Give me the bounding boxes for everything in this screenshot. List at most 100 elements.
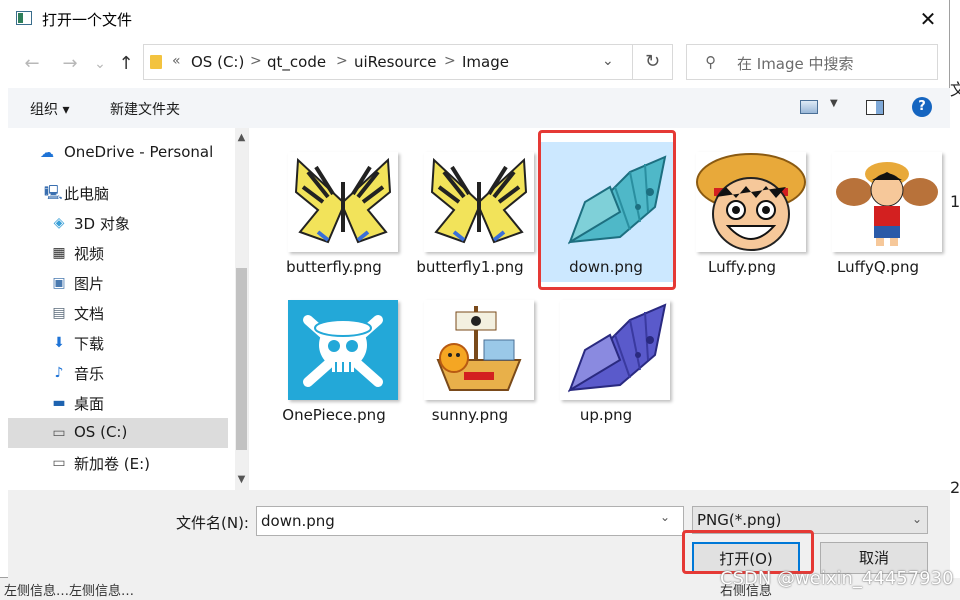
sidebar-item-documents[interactable]: ▤ 文档 — [8, 298, 228, 328]
up-folder-icon[interactable]: ↑ — [114, 52, 138, 76]
navigation-pane: ☁ OneDrive - Personal 🖳 此电脑 ◈ 3D 对象 ▦ 视频… — [8, 128, 248, 490]
documents-icon: ▤ — [52, 305, 66, 321]
file-name: LuffyQ.png — [837, 258, 919, 276]
butterfly-thumbnail-icon — [560, 300, 670, 400]
sidebar-item-label: 3D 对象 — [74, 215, 130, 233]
file-name: up.png — [579, 406, 633, 424]
breadcrumb-uiresource[interactable]: uiResource — [354, 53, 436, 71]
background-char: 1 — [950, 192, 960, 211]
jolly-roger-thumbnail-icon — [288, 300, 398, 400]
file-name: OnePiece.png — [282, 406, 386, 424]
drive-e-icon: ▭ — [52, 455, 66, 471]
sidebar-item-this-pc[interactable]: 🖳 此电脑 — [8, 178, 228, 208]
breadcrumb-separator-icon[interactable]: > — [444, 53, 456, 69]
sidebar-item-label: 文档 — [74, 305, 105, 323]
onedrive-icon: ☁ — [40, 145, 54, 161]
3d-objects-icon: ◈ — [53, 215, 65, 231]
change-view-icon[interactable] — [800, 100, 818, 114]
open-file-dialog: 打开一个文件 ✕ ← → ⌄ ↑ « OS (C:) > qt_code > u… — [0, 0, 950, 578]
filetype-dropdown-icon[interactable]: ⌄ — [912, 512, 922, 526]
luffyq-thumbnail-icon — [832, 152, 942, 252]
file-item-butterfly1[interactable]: butterfly1.png — [403, 142, 537, 282]
back-arrow-icon[interactable]: ← — [20, 52, 44, 76]
filename-dropdown-icon[interactable]: ⌄ — [660, 510, 670, 524]
sidebar-item-label: OS (C:) — [74, 423, 128, 441]
view-options-caret-icon[interactable]: ▼ — [830, 98, 838, 109]
file-item-luffyq[interactable]: LuffyQ.png — [811, 142, 945, 282]
file-name: sunny.png — [431, 406, 509, 424]
sidebar-item-label: OneDrive - Personal — [64, 143, 214, 161]
filename-input[interactable]: down.png — [256, 506, 684, 536]
file-item-onepiece[interactable]: OnePiece.png — [267, 290, 401, 430]
drive-c-icon: ▭ — [52, 425, 66, 441]
background-char: 文 — [950, 80, 960, 99]
butterfly-thumbnail-icon — [288, 152, 398, 252]
breadcrumb-overflow-icon[interactable]: « — [172, 53, 181, 69]
music-icon: ♪ — [54, 365, 64, 381]
breadcrumb-separator-icon[interactable]: > — [250, 53, 262, 69]
breadcrumb-image[interactable]: Image — [462, 53, 509, 71]
refresh-button[interactable]: ↻ — [633, 44, 673, 80]
background-char: 2 — [950, 478, 960, 497]
watermark-text: CSDN @weixin_44457930 — [720, 568, 954, 589]
sidebar-item-label: 桌面 — [74, 395, 105, 413]
sidebar-item-pictures[interactable]: ▣ 图片 — [8, 268, 228, 298]
highlight-annotation-selected-file — [538, 130, 676, 290]
sidebar-item-new-volume-e[interactable]: ▭ 新加卷 (E:) — [8, 448, 228, 478]
file-item-sunny[interactable]: sunny.png — [403, 290, 537, 430]
nav-scrollbar[interactable]: ▲ ▼ — [235, 128, 248, 490]
file-item-luffy[interactable]: Luffy.png — [675, 142, 809, 282]
breadcrumb-separator-icon[interactable]: > — [336, 53, 348, 69]
sidebar-item-label: 下载 — [74, 335, 105, 353]
scroll-down-icon[interactable]: ▼ — [235, 472, 248, 488]
luffy-thumbnail-icon — [696, 152, 806, 252]
search-icon: ⚲ — [705, 53, 716, 71]
folder-icon — [150, 55, 162, 69]
title-bar: 打开一个文件 ✕ — [0, 0, 950, 38]
address-bar[interactable]: « OS (C:) > qt_code > uiResource > Image… — [143, 44, 633, 80]
file-name: butterfly1.png — [416, 258, 524, 276]
video-icon: ▦ — [52, 245, 66, 261]
file-name: Luffy.png — [708, 258, 776, 276]
new-folder-button[interactable]: 新建文件夹 — [110, 99, 180, 119]
pictures-icon: ▣ — [52, 275, 66, 291]
sidebar-item-videos[interactable]: ▦ 视频 — [8, 238, 228, 268]
search-placeholder: 在 Image 中搜索 — [737, 55, 854, 73]
breadcrumb-os-c[interactable]: OS (C:) — [191, 53, 244, 71]
sidebar-item-label: 视频 — [74, 245, 105, 263]
address-dropdown-icon[interactable]: ⌄ — [602, 53, 614, 69]
butterfly-thumbnail-icon — [424, 152, 534, 252]
file-name: butterfly.png — [286, 258, 382, 276]
background-status-left: 左侧信息…左侧信息… — [4, 584, 135, 599]
recent-locations-icon[interactable]: ⌄ — [88, 52, 112, 76]
scroll-up-icon[interactable]: ▲ — [235, 130, 248, 146]
downloads-icon: ⬇ — [53, 335, 65, 351]
file-item-butterfly[interactable]: butterfly.png — [267, 142, 401, 282]
filename-label: 文件名(N): — [176, 514, 249, 532]
command-bar: 组织 ▾ 新建文件夹 ▼ ? — [8, 88, 950, 128]
file-item-up[interactable]: up.png — [539, 290, 673, 430]
organize-menu-button[interactable]: 组织 ▾ — [30, 99, 69, 119]
sidebar-item-onedrive[interactable]: ☁ OneDrive - Personal — [8, 138, 228, 168]
sidebar-item-label: 图片 — [74, 275, 105, 293]
scrollbar-thumb[interactable] — [236, 268, 247, 450]
sidebar-item-os-c[interactable]: ▭ OS (C:) — [8, 418, 228, 448]
close-button[interactable]: ✕ — [906, 4, 950, 34]
forward-arrow-icon[interactable]: → — [58, 52, 82, 76]
ship-thumbnail-icon — [424, 300, 534, 400]
computer-icon: 🖳 — [44, 185, 63, 201]
breadcrumb-qt-code[interactable]: qt_code — [267, 53, 326, 71]
sidebar-item-label: 此电脑 — [64, 185, 110, 203]
search-input[interactable]: ⚲ 在 Image 中搜索 — [686, 44, 938, 80]
preview-pane-icon[interactable] — [866, 100, 884, 115]
sidebar-item-music[interactable]: ♪ 音乐 — [8, 358, 228, 388]
sidebar-item-label: 新加卷 (E:) — [74, 455, 151, 473]
sidebar-item-label: 音乐 — [74, 365, 105, 383]
window-title: 打开一个文件 — [42, 11, 133, 29]
sidebar-item-3d-objects[interactable]: ◈ 3D 对象 — [8, 208, 228, 238]
help-icon[interactable]: ? — [912, 97, 932, 117]
desktop-icon: ▬ — [52, 395, 66, 411]
sidebar-item-downloads[interactable]: ⬇ 下载 — [8, 328, 228, 358]
sidebar-item-desktop[interactable]: ▬ 桌面 — [8, 388, 228, 418]
app-window-icon — [16, 11, 32, 25]
